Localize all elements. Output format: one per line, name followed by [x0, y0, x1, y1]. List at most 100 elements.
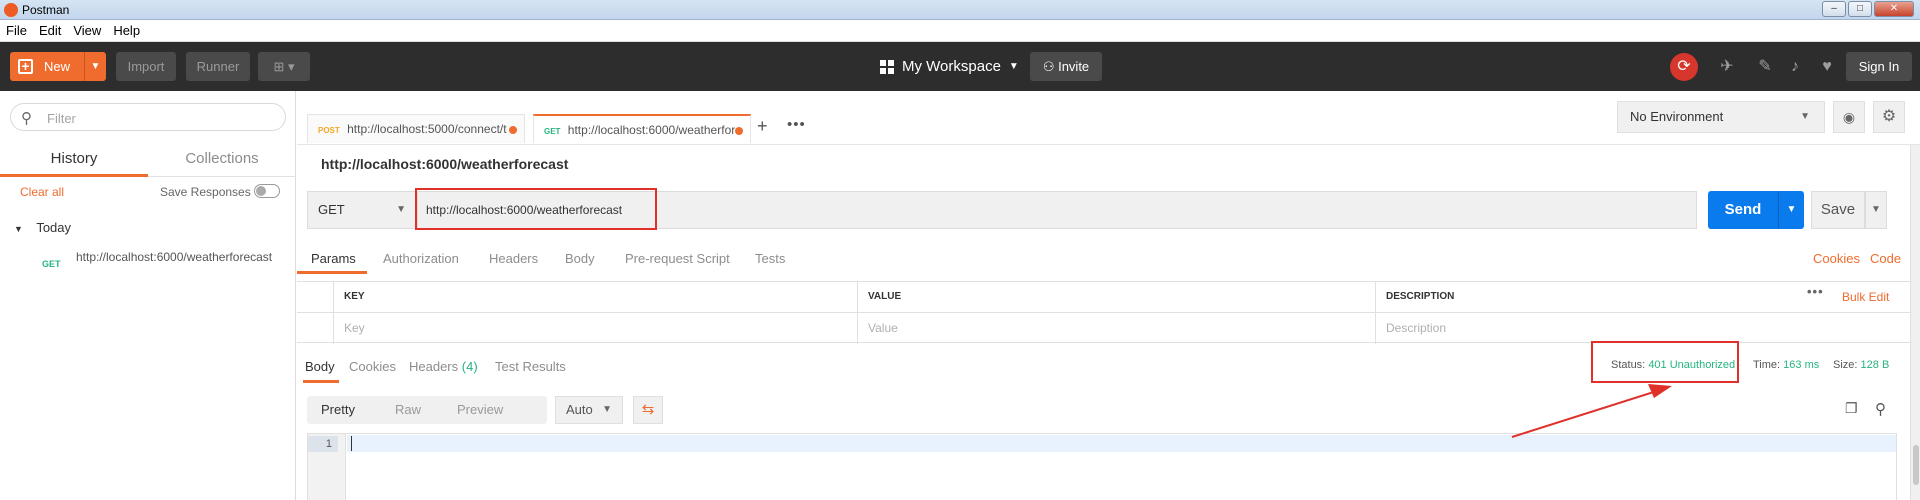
filter-input[interactable]: ⚲ Filter — [10, 103, 286, 131]
save-button[interactable]: Save — [1811, 191, 1865, 229]
new-window-button[interactable]: ⊞ ▾ — [258, 52, 310, 81]
method-label: GET — [318, 202, 345, 217]
filter-placeholder: Filter — [47, 111, 76, 126]
active-tab-underline — [303, 380, 339, 383]
maximize-icon[interactable]: □ — [1848, 1, 1872, 17]
menu-bar: File Edit View Help — [0, 20, 1920, 42]
menu-edit[interactable]: Edit — [39, 23, 61, 38]
new-button[interactable]: + New ▼ — [10, 52, 106, 81]
chevron-down-icon: ▼ — [602, 404, 612, 415]
cookies-link[interactable]: Cookies — [1813, 251, 1860, 266]
close-icon[interactable]: ✕ — [1874, 1, 1914, 17]
workspace-selector[interactable]: My Workspace ▼ — [880, 52, 1019, 81]
format-select[interactable]: Auto ▼ — [555, 396, 623, 424]
response-body-editor[interactable]: 1 — [307, 433, 1897, 500]
copy-icon[interactable]: ❐ — [1845, 400, 1858, 417]
workspace-label: My Workspace — [902, 58, 1001, 75]
more-tabs-icon[interactable]: ••• — [787, 116, 806, 133]
unsaved-dot-icon — [735, 127, 743, 135]
history-item-url: http://localhost:6000/weatherforecast — [76, 250, 273, 264]
chevron-down-icon: ▼ — [396, 204, 406, 215]
tab-pre-request-script[interactable]: Pre-request Script — [625, 251, 730, 266]
format-select-label: Auto — [566, 402, 593, 417]
more-options-icon[interactable]: ••• — [1807, 284, 1824, 299]
environment-quick-look-icon[interactable]: ◉ — [1833, 101, 1865, 133]
sidebar: ⚲ Filter History Collections Clear all S… — [0, 91, 296, 500]
workspace-caret-icon: ▼ — [1008, 61, 1019, 72]
tab-tests[interactable]: Tests — [755, 251, 785, 266]
import-button[interactable]: Import — [116, 52, 176, 81]
param-description-input[interactable]: Description — [1375, 313, 1910, 344]
menu-help[interactable]: Help — [113, 23, 140, 38]
annotation-highlight-status — [1591, 341, 1739, 383]
gear-icon[interactable]: ⚙ — [1873, 101, 1905, 133]
tab-headers[interactable]: Headers — [489, 251, 538, 266]
code-link[interactable]: Code — [1870, 251, 1901, 266]
invite-label: Invite — [1058, 59, 1090, 74]
response-tab-test-results[interactable]: Test Results — [495, 359, 566, 374]
tab-collections[interactable]: Collections — [148, 145, 296, 177]
runner-button[interactable]: Runner — [186, 52, 250, 81]
save-dropdown-caret-icon[interactable]: ▼ — [1865, 191, 1887, 229]
params-col-description: DESCRIPTION — [1375, 282, 1805, 313]
method-select[interactable]: GET ▼ — [307, 191, 417, 229]
line-number: 1 — [308, 436, 338, 452]
response-time: Time: 163 ms — [1753, 359, 1819, 371]
tab-params[interactable]: Params — [311, 251, 356, 266]
vertical-scrollbar[interactable] — [1910, 145, 1920, 500]
request-tab-post[interactable]: POST http://localhost:5000/connect/t — [307, 114, 525, 143]
invite-button[interactable]: ⚇ Invite — [1030, 52, 1102, 81]
environment-select[interactable]: No Environment ▼ — [1617, 101, 1825, 133]
tab-authorization[interactable]: Authorization — [383, 251, 459, 266]
send-button[interactable]: Send — [1708, 191, 1778, 229]
history-item-method: GET — [42, 259, 61, 269]
pretty-button[interactable]: Pretty — [321, 396, 355, 424]
menu-view[interactable]: View — [73, 23, 101, 38]
preview-button[interactable]: Preview — [457, 396, 503, 424]
add-user-icon: ⚇ — [1042, 59, 1055, 74]
main-panel: POST http://localhost:5000/connect/t GET… — [297, 91, 1920, 500]
param-value-input[interactable]: Value — [857, 313, 1375, 344]
postman-window: Postman – □ ✕ File Edit View Help + New … — [0, 0, 1920, 500]
tab-history[interactable]: History — [0, 145, 148, 177]
text-cursor — [351, 436, 352, 451]
active-tab-underline — [297, 271, 367, 274]
add-tab-icon[interactable]: + — [757, 116, 768, 137]
raw-button[interactable]: Raw — [395, 396, 421, 424]
params-col-key: KEY — [333, 282, 817, 313]
heart-icon[interactable]: ♥ — [1816, 56, 1838, 78]
new-dropdown-caret-icon[interactable]: ▼ — [84, 52, 106, 81]
response-tab-body[interactable]: Body — [305, 359, 335, 374]
tab-body[interactable]: Body — [565, 251, 595, 266]
response-headers-count: (4) — [461, 359, 478, 374]
bulk-edit-link[interactable]: Bulk Edit — [1842, 290, 1889, 304]
menu-file[interactable]: File — [6, 23, 27, 38]
interceptor-icon[interactable]: ✈ — [1716, 56, 1738, 78]
history-group-today[interactable]: ▼ Today — [14, 220, 71, 235]
request-tab-get[interactable]: GET http://localhost:6000/weatherfor — [533, 114, 751, 143]
tab-method: POST — [318, 126, 340, 135]
response-tab-cookies[interactable]: Cookies — [349, 359, 396, 374]
param-key-input[interactable]: Key — [333, 313, 857, 344]
postman-logo-icon — [4, 3, 18, 17]
sign-in-button[interactable]: Sign In — [1846, 52, 1912, 81]
workspace-grid-icon — [880, 59, 894, 74]
tab-url: http://localhost:5000/connect/t — [347, 122, 507, 136]
response-tab-headers[interactable]: Headers (4) — [409, 359, 478, 374]
collapse-caret-icon: ▼ — [14, 224, 23, 234]
clear-all-link[interactable]: Clear all — [20, 185, 64, 199]
minimize-icon[interactable]: – — [1822, 1, 1846, 17]
tab-url: http://localhost:6000/weatherfor — [567, 123, 736, 137]
window-title: Postman — [22, 3, 70, 17]
sync-icon[interactable]: ⟳ — [1670, 53, 1698, 81]
params-header-row: KEY VALUE DESCRIPTION ••• Bulk Edit — [297, 282, 1910, 313]
params-col-value: VALUE — [857, 282, 1375, 313]
save-responses-toggle[interactable] — [254, 184, 280, 198]
wrap-lines-icon[interactable]: ⇆ — [633, 396, 663, 424]
notifications-bell-icon[interactable]: ♪ — [1784, 56, 1806, 78]
settings-wrench-icon[interactable]: ✎ — [1754, 56, 1776, 78]
send-dropdown-caret-icon[interactable]: ▼ — [1778, 191, 1804, 229]
params-row: Key Value Description — [297, 313, 1910, 344]
request-name: http://localhost:6000/weatherforecast — [321, 156, 569, 172]
search-icon[interactable]: ⚲ — [1875, 400, 1886, 418]
